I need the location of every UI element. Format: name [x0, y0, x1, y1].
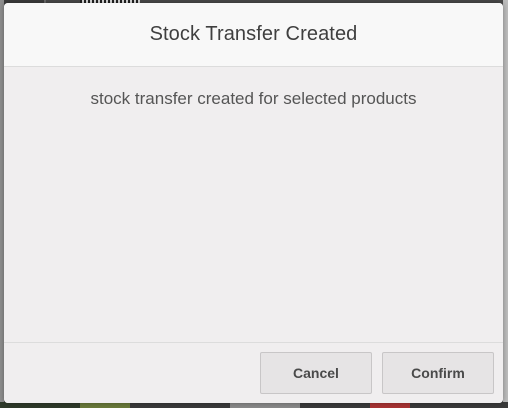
dialog-body: stock transfer created for selected prod…: [4, 67, 503, 343]
dialog-header: Stock Transfer Created: [4, 3, 503, 67]
cancel-button[interactable]: Cancel: [260, 352, 372, 394]
dialog-message: stock transfer created for selected prod…: [90, 89, 417, 108]
stock-transfer-dialog: Stock Transfer Created stock transfer cr…: [4, 3, 503, 403]
confirm-button[interactable]: Confirm: [382, 352, 494, 394]
dialog-title: Stock Transfer Created: [149, 23, 358, 45]
background-right-edge: [503, 0, 508, 408]
dialog-footer: Cancel Confirm: [4, 342, 503, 403]
